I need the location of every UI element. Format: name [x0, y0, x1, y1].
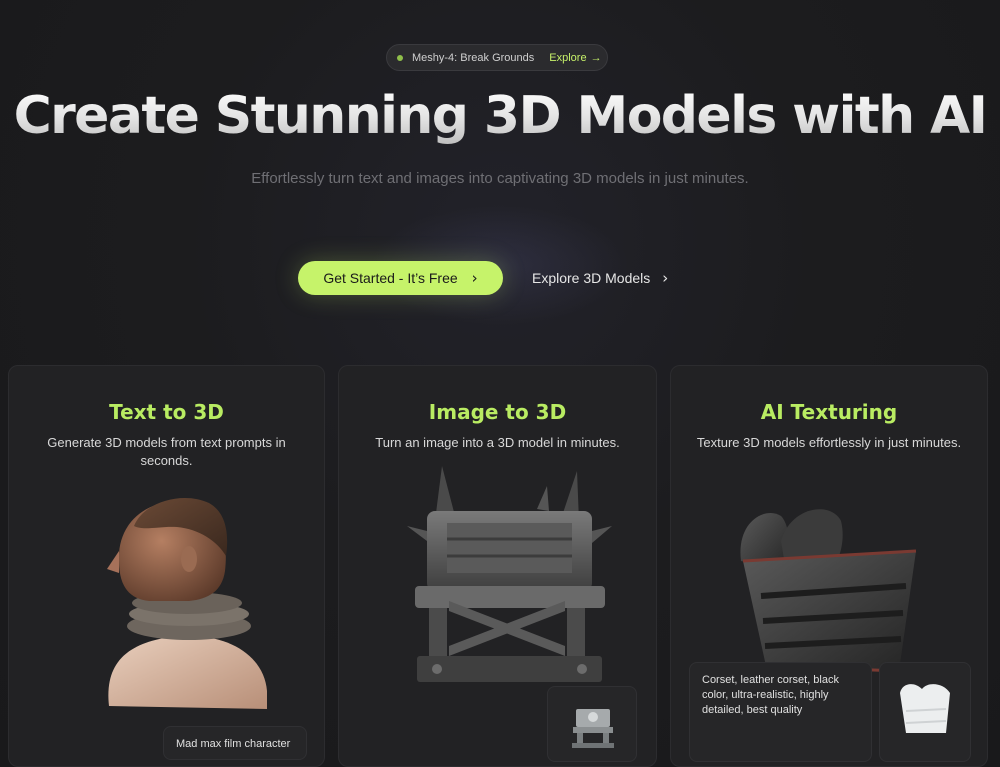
reference-image-thumbnail[interactable]: [547, 686, 637, 762]
announcement-text: Meshy-4: Break Grounds: [412, 51, 535, 64]
feature-title: Image to 3D: [428, 400, 567, 424]
feature-card-ai-texturing[interactable]: AI Texturing Texture 3D models effortles…: [670, 365, 988, 767]
feature-description: Generate 3D models from text prompts in …: [47, 435, 286, 468]
get-started-label: Get Started - It’s Free: [323, 270, 458, 286]
landing-page: Meshy-4: Break Grounds Explore → Create …: [0, 0, 1000, 767]
announcement-pill[interactable]: Meshy-4: Break Grounds Explore →: [386, 44, 608, 71]
announcement-explore-label: Explore: [549, 51, 587, 64]
hero-subtitle: Effortlessly turn text and images into c…: [251, 170, 749, 187]
prompt-caption-text: Mad max film character: [176, 738, 291, 750]
feature-title: Text to 3D: [109, 400, 224, 424]
feature-card-image-to-3d[interactable]: Image to 3D Turn an image into a 3D mode…: [338, 365, 657, 767]
explore-models-label: Explore 3D Models: [532, 270, 651, 286]
white-corset-thumbnail-image: [900, 684, 950, 733]
hero-title: Create Stunning 3D Models with AI: [0, 86, 1000, 146]
explore-models-link[interactable]: Explore 3D Models ›: [532, 261, 668, 295]
get-started-button[interactable]: Get Started - It’s Free ›: [298, 261, 503, 295]
status-dot-icon: [397, 54, 403, 61]
arrow-right-icon: →: [590, 51, 602, 64]
feature-description: Texture 3D models effortlessly in just m…: [696, 435, 962, 450]
prompt-caption: Corset, leather corset, black color, ult…: [689, 662, 872, 762]
chevron-right-icon: ›: [662, 269, 669, 287]
prompt-caption-text: Corset, leather corset, black color, ult…: [702, 674, 839, 716]
throne-model-image: [407, 466, 612, 682]
corset-model-image: [740, 509, 917, 673]
feature-title: AI Texturing: [760, 400, 898, 424]
throne-thumbnail-image: [572, 709, 614, 748]
announcement-explore-link[interactable]: Explore →: [549, 52, 601, 64]
feature-description: Turn an image into a 3D model in minutes…: [375, 435, 620, 450]
chevron-right-icon: ›: [471, 269, 478, 287]
head-bust-model-image: [107, 497, 268, 709]
untextured-model-thumbnail[interactable]: [879, 662, 971, 762]
prompt-caption: Mad max film character: [163, 726, 307, 760]
feature-card-text-to-3d[interactable]: Text to 3D Generate 3D models from text …: [8, 365, 325, 767]
